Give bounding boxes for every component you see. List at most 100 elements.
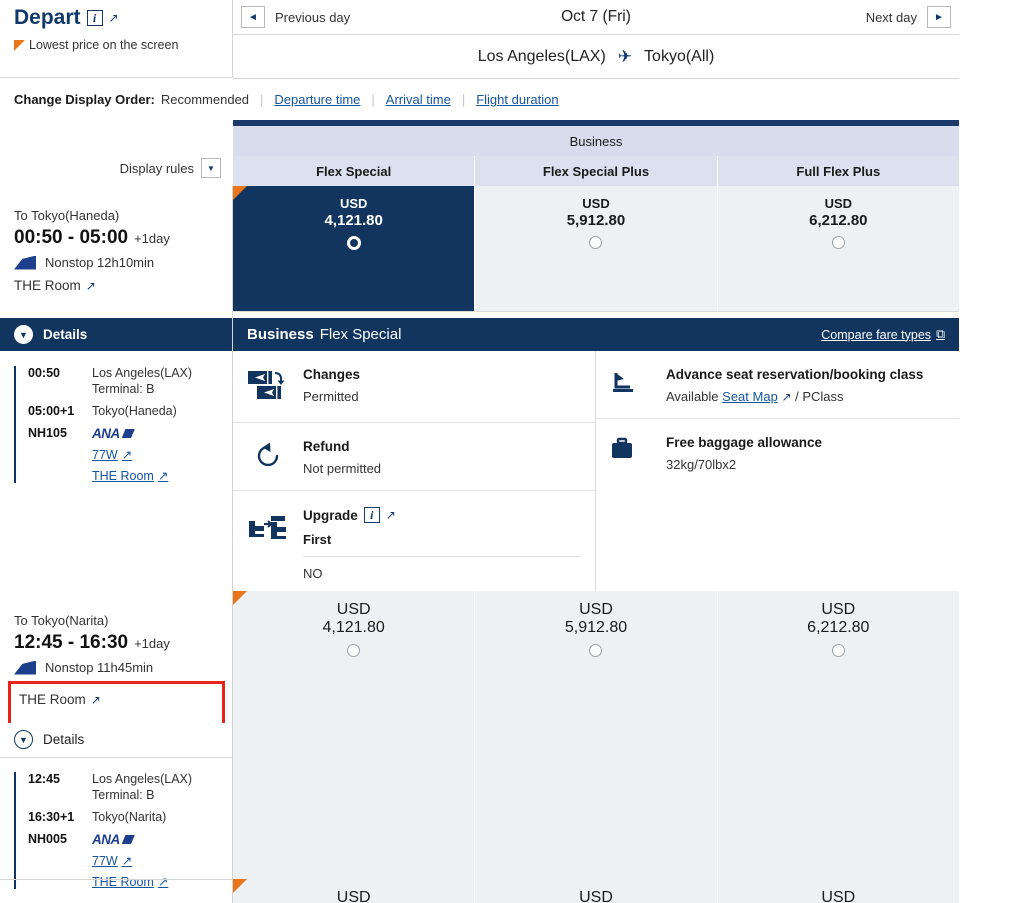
price-cell-flex-special-plus[interactable]: USD 5,912.80 — [474, 186, 717, 312]
ana-logo: ANA — [92, 426, 135, 441]
price-currency: USD — [824, 196, 853, 211]
segment-dep-airport: Los Angeles(LAX) — [92, 366, 193, 380]
price-cell-full-flex-plus[interactable]: USD — [716, 879, 959, 903]
refund-value: Not permitted — [303, 461, 382, 476]
next-day-button[interactable]: ► — [927, 6, 951, 28]
flight-search-results: Depart i ↗ Lowest price on the screen ◄ … — [0, 0, 1014, 903]
display-rules: Display rules ▼ — [0, 150, 233, 186]
price-radio[interactable] — [831, 644, 845, 657]
segment-dep-time: 12:45 — [28, 772, 60, 786]
depart-label: Depart — [14, 6, 81, 29]
destination-airport: Tokyo(All) — [644, 47, 715, 65]
compare-fare-types-link[interactable]: Compare fare types ⧉ — [821, 327, 945, 342]
fare-column-headers: Flex Special Flex Special Plus Full Flex… — [233, 156, 959, 186]
fare-column-flex-special[interactable]: Flex Special — [233, 156, 474, 186]
external-link-icon: ↗ — [90, 692, 101, 707]
segment-arr-airport: Tokyo(Narita) — [92, 810, 167, 824]
price-currency: USD — [821, 889, 856, 903]
price-cell-flex-special[interactable]: USD 4,121.80 — [233, 186, 475, 312]
lowest-price-marker-icon — [233, 186, 247, 200]
price-row-2: USD 4,121.80 USD 5,912.80 USD 6,212.80 — [233, 591, 959, 879]
route-bar: Los Angeles(LAX) ✈ Tokyo(All) — [233, 35, 959, 79]
sort-option-arrival-time[interactable]: Arrival time — [386, 92, 451, 107]
price-radio[interactable] — [589, 644, 603, 657]
fare-detail-panel: Changes Permitted Refund Not permitted U… — [233, 351, 959, 591]
segment-aircraft-link[interactable]: 77W ↗ — [92, 447, 133, 463]
flight-product-label: THE Room — [14, 278, 81, 293]
segment-arr-airport: Tokyo(Haneda) — [92, 404, 177, 418]
flight-product-link[interactable]: THE Room ↗ — [19, 692, 214, 707]
seat-map-link[interactable]: Seat Map — [722, 389, 778, 404]
ana-logo-mark — [121, 835, 135, 844]
previous-day-label[interactable]: Previous day — [275, 10, 350, 25]
fare-detail-header: Business Flex Special Compare fare types… — [233, 318, 959, 351]
lowest-price-legend-label: Lowest price on the screen — [29, 38, 179, 52]
price-radio[interactable] — [346, 236, 361, 250]
segment-product-label: THE Room — [92, 468, 154, 483]
previous-day-button[interactable]: ◄ — [241, 6, 265, 28]
fare-detail-seat: Advance seat reservation/booking class A… — [596, 351, 959, 419]
fare-detail-refund: Refund Not permitted — [233, 423, 595, 491]
flight-stops-label: Nonstop 12h10min — [45, 255, 155, 270]
price-row-3-partial: USD USD USD — [233, 879, 959, 903]
price-cell-flex-special[interactable]: USD — [233, 879, 475, 903]
fare-detail-name: Flex Special — [319, 326, 402, 343]
ana-logo-mark — [121, 429, 135, 438]
airplane-icon: ✈ — [617, 46, 633, 66]
fare-detail-changes: Changes Permitted — [233, 351, 595, 423]
seat-upgrade-icon — [247, 507, 289, 581]
segment-product-link[interactable]: THE Room ↗ — [92, 874, 168, 890]
price-radio[interactable] — [589, 236, 603, 249]
upgrade-sub-title: First — [303, 532, 332, 547]
cabin-header: Business — [233, 126, 959, 156]
external-link-icon[interactable]: ↗ — [386, 508, 396, 522]
flight-destination-label: To Tokyo(Narita) — [14, 613, 109, 628]
info-icon[interactable]: i — [363, 507, 380, 523]
chevron-down-icon[interactable]: ▼ — [201, 158, 221, 178]
display-rules-label: Display rules — [119, 160, 194, 176]
flight-time-range: 12:45 - 16:30 — [14, 632, 129, 653]
segment-row: 00:50 Los Angeles(LAX) Terminal: B 05:00… — [14, 366, 233, 483]
flight-stops: Nonstop 11h45min — [14, 660, 219, 675]
airline-tailfin-icon — [14, 255, 36, 270]
price-cell-flex-special-plus[interactable]: USD 5,912.80 — [474, 591, 717, 879]
ana-logo-text: ANA — [92, 426, 120, 441]
details-toggle-2[interactable]: ▼ Details — [0, 723, 233, 756]
segment-flight-number: NH005 — [28, 832, 67, 846]
lowest-price-marker-icon — [233, 879, 247, 893]
external-link-icon[interactable]: ↗ — [109, 11, 119, 25]
sort-label: Change Display Order: — [14, 92, 155, 107]
changes-title: Changes — [303, 367, 361, 382]
segment-aircraft-link[interactable]: 77W ↗ — [92, 853, 132, 869]
price-radio[interactable] — [831, 236, 845, 249]
seat-icon — [610, 367, 652, 404]
flight-product-label: THE Room — [19, 692, 86, 707]
price-cell-flex-special[interactable]: USD 4,121.80 — [233, 591, 475, 879]
price-amount: 6,212.80 — [807, 619, 870, 636]
flight-product-link[interactable]: THE Room ↗ — [14, 278, 219, 293]
airline-tailfin-icon — [14, 660, 36, 675]
origin-airport: Los Angeles(LAX) — [477, 47, 606, 65]
price-radio[interactable] — [347, 644, 361, 657]
flight-stops-label: Nonstop 11h45min — [45, 660, 154, 675]
baggage-value: 32kg/70lbx2 — [666, 457, 737, 472]
segment-product-link[interactable]: THE Room ↗ — [92, 468, 168, 484]
ana-logo: ANA — [92, 832, 135, 847]
external-link-icon: ↗ — [121, 448, 133, 462]
info-icon[interactable]: i — [86, 10, 103, 26]
next-day-label[interactable]: Next day — [866, 10, 917, 25]
sort-option-departure-time[interactable]: Departure time — [274, 92, 360, 107]
segment-arr-time: 16:30+1 — [28, 810, 75, 824]
sort-option-flight-duration[interactable]: Flight duration — [476, 92, 558, 107]
segment-dep-airport: Los Angeles(LAX) — [92, 772, 193, 786]
price-amount: 4,121.80 — [322, 619, 385, 636]
lowest-price-marker-icon — [233, 591, 247, 605]
fare-column-flex-special-plus[interactable]: Flex Special Plus — [474, 156, 716, 186]
lowest-price-marker-icon — [14, 39, 25, 51]
price-cell-full-flex-plus[interactable]: USD 6,212.80 — [716, 591, 959, 879]
fare-column-full-flex-plus[interactable]: Full Flex Plus — [716, 156, 959, 186]
price-cell-flex-special-plus[interactable]: USD — [474, 879, 717, 903]
details-toggle-1[interactable]: ▼ Details — [0, 318, 233, 351]
price-cell-full-flex-plus[interactable]: USD 6,212.80 — [716, 186, 959, 312]
external-link-icon: ↗ — [85, 278, 96, 293]
